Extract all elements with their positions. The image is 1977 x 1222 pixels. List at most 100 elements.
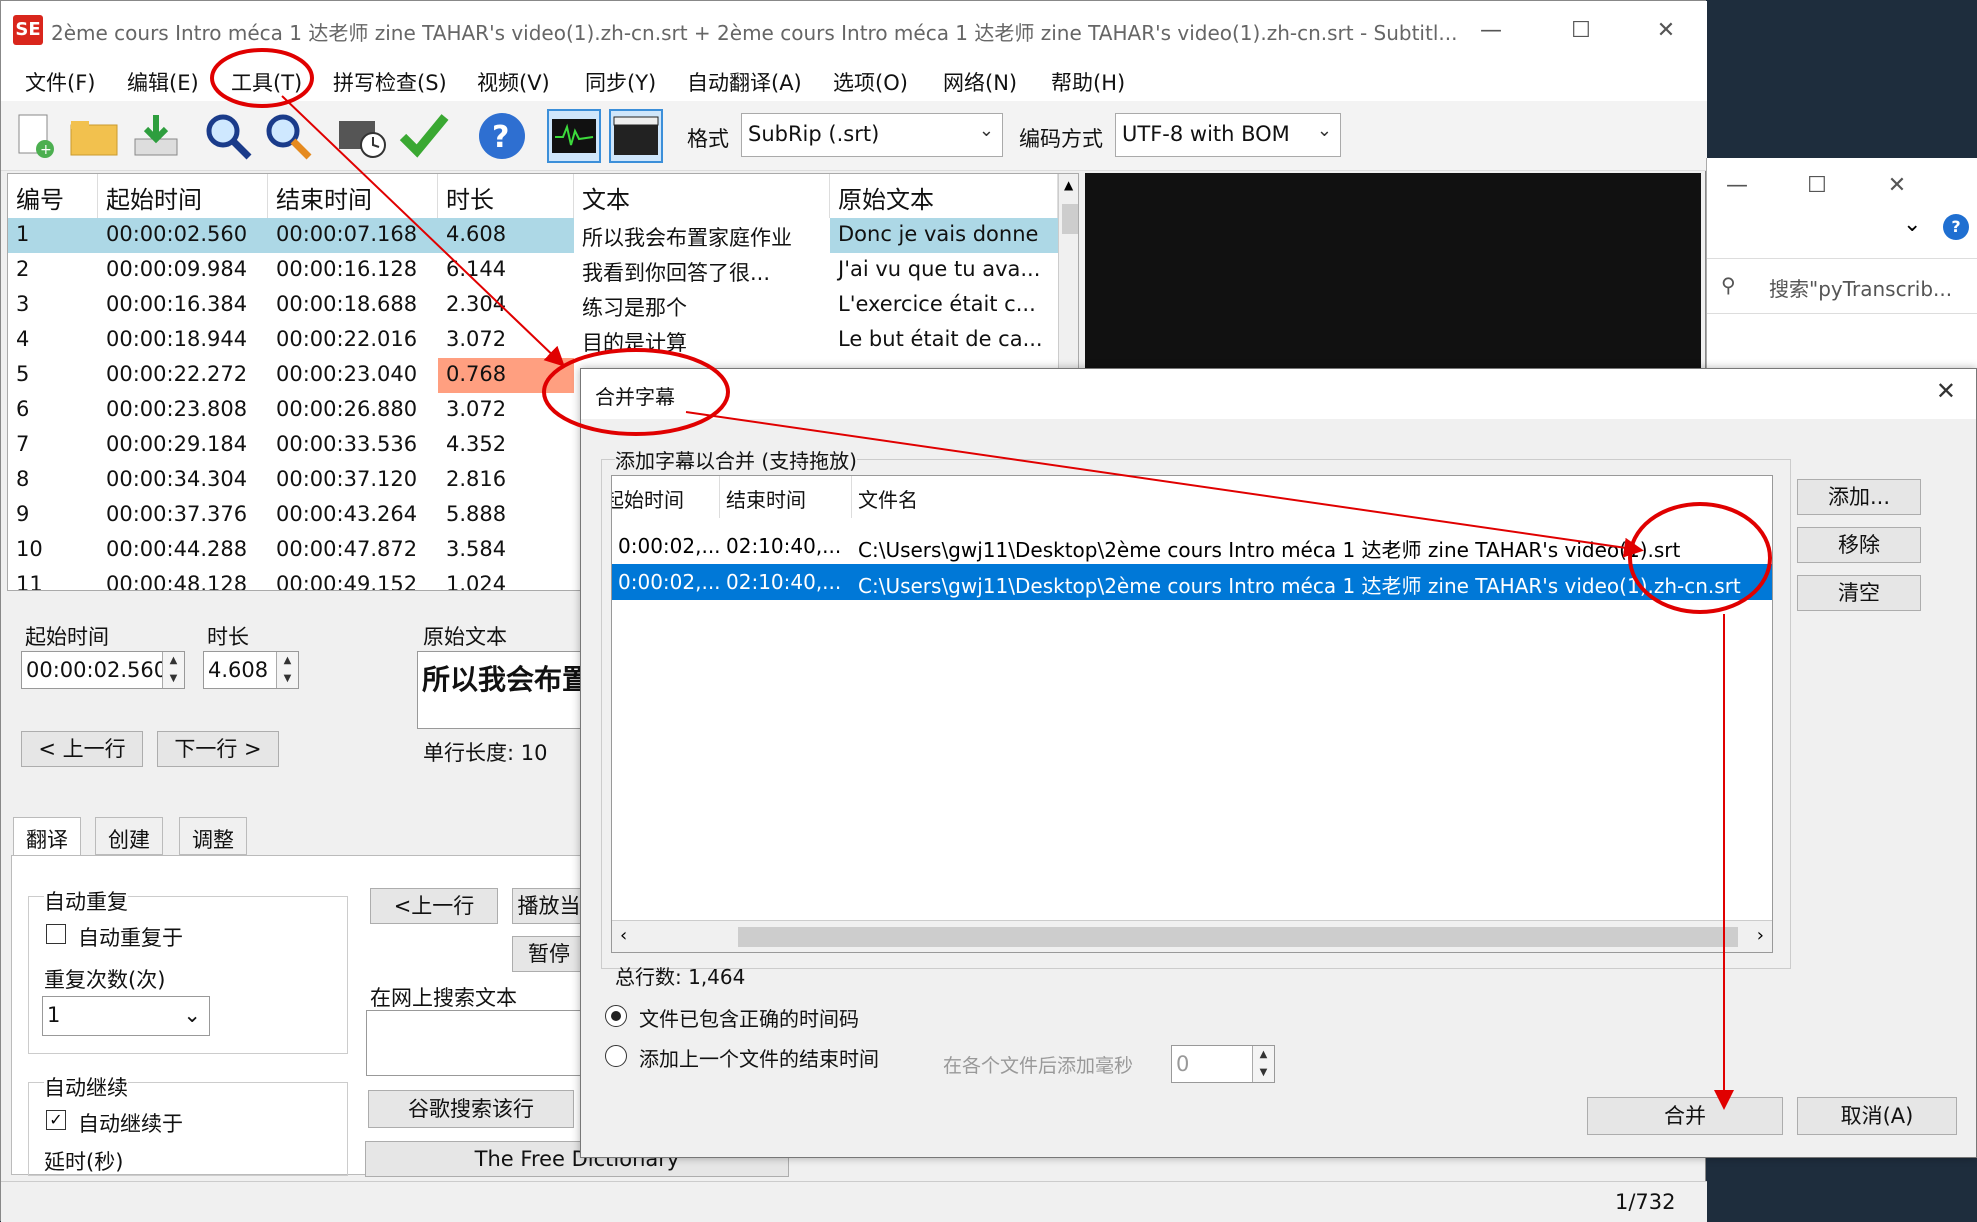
next-line-button[interactable]: 下一行 >: [157, 731, 279, 767]
table-row[interactable]: 2 00:00:09.984 00:00:16.128 6.144 我看到你回答了很..…: [8, 253, 1058, 288]
close-icon[interactable]: ✕: [1936, 377, 1956, 405]
ms-input[interactable]: 0 ▲ ▼: [1171, 1045, 1275, 1083]
auto-repeat-check-label: 自动重复于: [78, 926, 183, 950]
tab-create[interactable]: 创建: [95, 817, 163, 855]
col-filename[interactable]: 文件名: [852, 476, 1772, 518]
cancel-button[interactable]: 取消(A): [1797, 1097, 1957, 1135]
find-icon[interactable]: [201, 109, 255, 163]
close-icon[interactable]: ✕: [1867, 166, 1927, 206]
col-start[interactable]: 起始时间: [98, 174, 268, 218]
video-player[interactable]: [1085, 173, 1701, 369]
row-text: 所以我会布置家庭作业: [574, 218, 830, 253]
menu-autotranslate[interactable]: 自动翻译(A): [687, 67, 802, 97]
encoding-value: UTF-8 with BOM: [1122, 122, 1290, 146]
row-original: Le but était de ca...: [830, 323, 1058, 358]
col-end[interactable]: 结束时间: [268, 174, 438, 218]
visual-sync-icon[interactable]: [335, 109, 389, 163]
menu-sync[interactable]: 同步(Y): [585, 67, 656, 97]
help-icon[interactable]: ?: [475, 109, 529, 163]
menu-options[interactable]: 选项(O): [833, 67, 908, 97]
row-start: 00:00:48.128: [106, 572, 248, 591]
open-folder-icon[interactable]: [67, 109, 121, 163]
auto-repeat-checkbox[interactable]: [46, 924, 66, 944]
menu-help[interactable]: 帮助(H): [1051, 67, 1125, 97]
horizontal-scrollbar[interactable]: ‹ ›: [612, 920, 1772, 952]
scroll-right-icon[interactable]: ›: [1757, 925, 1764, 946]
checkmark-icon[interactable]: [397, 109, 451, 163]
minimize-icon[interactable]: —: [1707, 166, 1767, 206]
row-end: 00:00:22.016: [276, 327, 418, 351]
file-row[interactable]: 0:00:02,... 02:10:40,... C:\Users\gwj11\…: [612, 528, 1772, 564]
new-file-icon[interactable]: +: [7, 109, 61, 163]
table-row[interactable]: 4 00:00:18.944 00:00:22.016 3.072 目的是计算 Le bu…: [8, 323, 1058, 358]
col-end[interactable]: 结束时间: [720, 476, 852, 518]
table-row-selected[interactable]: 1 00:00:02.560 00:00:07.168 4.608 所以我会布置家庭作业…: [8, 218, 1058, 253]
file-start: 0:00:02,...: [618, 570, 720, 594]
scroll-up-icon[interactable]: ▲: [1064, 178, 1073, 192]
row-start: 00:00:37.376: [106, 502, 248, 526]
search-web-label: 在网上搜索文本: [370, 986, 517, 1010]
search-web-input[interactable]: [366, 1010, 586, 1076]
auto-continue-checkbox[interactable]: ✓: [46, 1110, 66, 1130]
encoding-select[interactable]: UTF-8 with BOM ⌄: [1115, 113, 1341, 157]
start-time-input[interactable]: 00:00:02.560 ▲ ▼: [21, 651, 185, 689]
pause-button[interactable]: 暂停: [512, 936, 586, 972]
search-icon: ⚲: [1721, 273, 1736, 297]
tab-adjust[interactable]: 调整: [179, 817, 247, 855]
video-toggle-icon[interactable]: [609, 109, 663, 163]
scroll-thumb[interactable]: [738, 927, 1738, 947]
file-name: C:\Users\gwj11\Desktop\2ème cours Intro …: [858, 574, 1741, 598]
chevron-down-icon[interactable]: ⌄: [1903, 212, 1921, 237]
play-current-button[interactable]: 播放当: [512, 888, 586, 924]
row-duration: 4.352: [446, 432, 507, 456]
table-row[interactable]: 3 00:00:16.384 00:00:18.688 2.304 练习是那个 L'exe…: [8, 288, 1058, 323]
tab-translate[interactable]: 翻译: [13, 817, 81, 855]
scroll-left-icon[interactable]: ‹: [620, 925, 627, 946]
add-button[interactable]: 添加...: [1797, 479, 1921, 515]
google-search-button[interactable]: 谷歌搜索该行: [368, 1090, 574, 1128]
replace-icon[interactable]: [261, 109, 315, 163]
minimize-icon[interactable]: —: [1461, 11, 1521, 51]
spinner-icon[interactable]: ▲ ▼: [1252, 1046, 1274, 1082]
original-text-box[interactable]: 所以我会布置: [417, 651, 585, 729]
delay-label: 延时(秒): [44, 1150, 124, 1174]
help-icon[interactable]: ?: [1943, 214, 1969, 240]
file-row-selected[interactable]: 0:00:02,... 02:10:40,... C:\Users\gwj11\…: [612, 564, 1772, 600]
waveform-toggle-icon[interactable]: [547, 109, 601, 163]
chevron-down-icon: ⌄: [1316, 120, 1332, 141]
spinner-icon[interactable]: ▲ ▼: [276, 652, 298, 688]
duration-input[interactable]: 4.608 ▲ ▼: [203, 651, 299, 689]
spinner-icon[interactable]: ▲ ▼: [162, 652, 184, 688]
close-icon[interactable]: ✕: [1636, 11, 1696, 51]
col-text[interactable]: 文本: [574, 174, 830, 218]
col-number[interactable]: 编号: [8, 174, 98, 218]
menu-tools[interactable]: 工具(T): [231, 67, 302, 97]
maximize-icon[interactable]: ☐: [1787, 166, 1847, 206]
dialog-title: 合并字幕: [595, 385, 675, 409]
menu-video[interactable]: 视频(V): [477, 67, 550, 97]
row-end: 00:00:43.264: [276, 502, 418, 526]
scroll-thumb[interactable]: [1062, 204, 1078, 234]
radio-correct-timecodes[interactable]: [605, 1005, 627, 1027]
prev-line-button[interactable]: < 上一行: [21, 731, 143, 767]
menu-spell[interactable]: 拼写检查(S): [333, 67, 447, 97]
radio-add-end-time[interactable]: [605, 1045, 627, 1067]
prev-line-translate-button[interactable]: <上一行: [370, 888, 498, 924]
format-select[interactable]: SubRip (.srt) ⌄: [741, 113, 1003, 157]
maximize-icon[interactable]: ☐: [1551, 11, 1611, 51]
file-list[interactable]: 起始时间 结束时间 文件名 0:00:02,... 02:10:40,... C…: [611, 475, 1773, 953]
menu-file[interactable]: 文件(F): [25, 67, 95, 97]
toolbar: + ? 格式 SubRip (.srt) ⌄ 编码方式 UTF-8 with B…: [1, 101, 1707, 171]
menu-edit[interactable]: 编辑(E): [127, 67, 199, 97]
col-duration[interactable]: 时长: [438, 174, 574, 218]
merge-button[interactable]: 合并: [1587, 1097, 1783, 1135]
menu-network[interactable]: 网络(N): [943, 67, 1017, 97]
search-box[interactable]: ⚲ 搜索"pyTranscrib...: [1707, 258, 1977, 314]
repeat-count-select[interactable]: 1 ⌄: [42, 996, 210, 1036]
save-download-icon[interactable]: [129, 109, 183, 163]
col-original[interactable]: 原始文本: [830, 174, 1058, 218]
clear-button[interactable]: 清空: [1797, 575, 1921, 611]
col-start[interactable]: 起始时间: [612, 476, 720, 518]
remove-button[interactable]: 移除: [1797, 527, 1921, 563]
row-end: 00:00:33.536: [276, 432, 418, 456]
